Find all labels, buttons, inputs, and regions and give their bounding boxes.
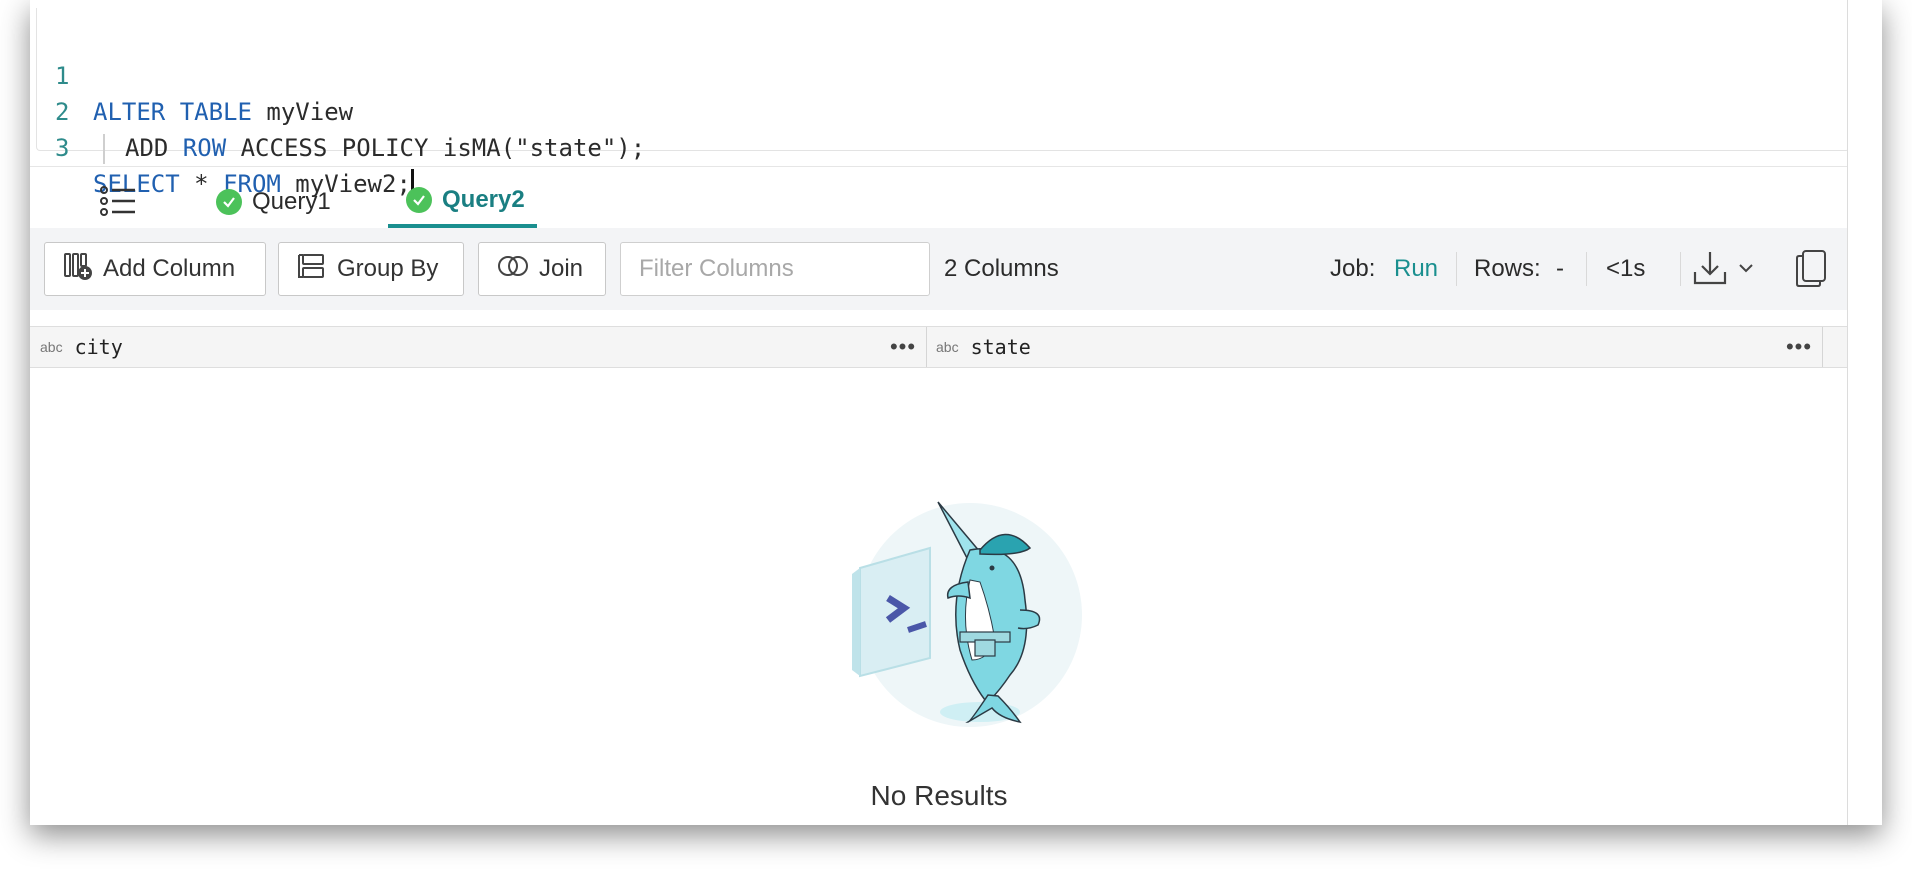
narwhal-illustration xyxy=(852,501,1082,727)
code-line-3: 3 SELECT * FROM myView2; xyxy=(37,94,414,201)
success-check-icon xyxy=(216,189,242,215)
add-column-button[interactable]: Add Column xyxy=(44,242,266,296)
query-editor-window: 1 ALTER TABLE myView 2 ADD ROW ACCESS PO… xyxy=(30,0,1882,825)
toolbar-separator xyxy=(1586,252,1587,286)
column-name: state xyxy=(970,335,1031,359)
column-separator xyxy=(1822,327,1823,367)
group-by-label: Group By xyxy=(337,255,439,282)
toolbar-separator xyxy=(1456,252,1457,286)
code-line-2: 2 ADD ROW ACCESS POLICY isMA("state"); xyxy=(37,58,645,164)
group-by-icon xyxy=(297,251,327,288)
success-check-icon xyxy=(406,187,432,213)
chevron-down-icon xyxy=(1738,261,1754,279)
rows-label: Rows: xyxy=(1474,255,1541,282)
join-button[interactable]: Join xyxy=(478,242,606,296)
column-type-badge: abc xyxy=(936,339,959,355)
copy-button[interactable] xyxy=(1794,248,1834,292)
sql-keyword: ROW xyxy=(182,134,227,162)
filter-columns-input[interactable] xyxy=(620,242,930,296)
download-icon xyxy=(1690,248,1730,293)
group-by-button[interactable]: Group By xyxy=(278,242,464,296)
sql-editor[interactable]: 1 ALTER TABLE myView 2 ADD ROW ACCESS PO… xyxy=(36,8,1850,201)
query-tabs: Query1 Query2 xyxy=(30,176,1848,228)
column-menu-icon[interactable]: ••• xyxy=(1784,333,1814,361)
toolbar-separator xyxy=(1680,252,1681,286)
code-line-1: 1 ALTER TABLE myView xyxy=(37,22,353,126)
vertical-scrollbar[interactable] xyxy=(1847,0,1882,825)
tab-label: Query1 xyxy=(252,188,331,215)
column-name: city xyxy=(74,335,123,359)
line-number: 3 xyxy=(55,134,70,162)
job-label: Job: xyxy=(1330,255,1376,282)
tab-query1[interactable]: Query1 xyxy=(216,176,331,228)
column-type-badge: abc xyxy=(40,339,63,355)
duration-value: <1s xyxy=(1606,255,1646,282)
job-run-link[interactable]: Run xyxy=(1394,228,1438,310)
add-column-label: Add Column xyxy=(103,255,236,282)
download-button[interactable] xyxy=(1690,248,1780,292)
list-icon[interactable] xyxy=(100,186,136,216)
rows-value: - xyxy=(1556,255,1564,282)
tab-label: Query2 xyxy=(442,186,525,213)
tab-query2[interactable]: Query2 xyxy=(388,176,537,228)
copy-icon xyxy=(1794,250,1828,292)
column-header-state[interactable]: abc state xyxy=(926,327,1822,367)
add-column-icon xyxy=(63,251,93,288)
sql-text: ADD xyxy=(125,134,183,162)
column-menu-icon[interactable]: ••• xyxy=(888,333,918,361)
results-toolbar: Add Column Group By Join 2 Columns xyxy=(30,228,1848,310)
empty-state-title: No Results xyxy=(870,780,1008,811)
editor-divider xyxy=(30,166,1848,167)
columns-count: 2 Columns xyxy=(944,255,1059,282)
sql-text: myView xyxy=(251,98,354,126)
join-icon xyxy=(497,254,529,285)
join-label: Join xyxy=(539,255,584,282)
column-header-city[interactable]: abc city xyxy=(30,327,926,367)
results-grid-header: abc city ••• abc state ••• xyxy=(30,326,1848,368)
sql-text: ACCESS POLICY isMA("state"); xyxy=(226,134,646,162)
